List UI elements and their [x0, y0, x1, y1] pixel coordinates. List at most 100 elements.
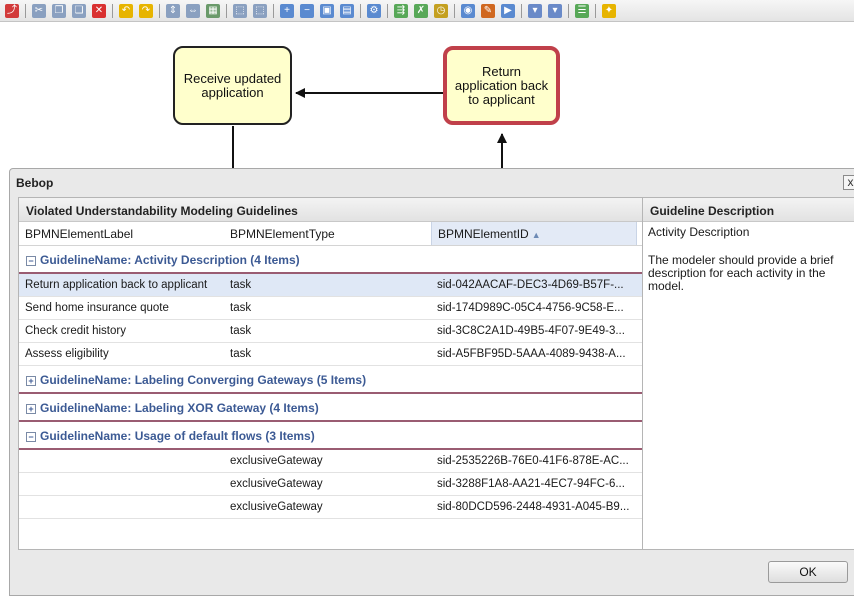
guideline-description-text: The modeler should provide a brief descr… — [648, 253, 834, 293]
violations-panel: Violated Understandability Modeling Guid… — [18, 197, 643, 550]
task-label: Return application back to applicant — [454, 63, 549, 107]
close-icon[interactable]: x — [843, 175, 854, 190]
group-label: GuidelineName: Labeling Converging Gatew… — [40, 373, 367, 387]
task-receive-updated-application[interactable]: Receive updated application — [173, 46, 292, 125]
cell-element-id: sid-042AACAF-DEC3-4D69-B57F-... — [437, 279, 624, 291]
toolbar-separator — [159, 3, 160, 18]
ok-button[interactable]: OK — [768, 561, 848, 583]
group-label: GuidelineName: Activity Description (4 I… — [40, 253, 300, 267]
list-icon[interactable]: ☰ — [575, 3, 589, 18]
cell-element-id: sid-3288F1A8-AA21-4EC7-94FC-6... — [437, 478, 625, 490]
new-document-icon[interactable]: ▾ — [528, 3, 542, 18]
group-header[interactable]: − GuidelineName: Usage of default flows (… — [19, 422, 642, 450]
cell-element-id: sid-2535226B-76E0-41F6-878E-AC... — [437, 455, 629, 467]
collapse-icon[interactable]: − — [26, 256, 36, 266]
redo-icon[interactable]: ↷ — [139, 3, 153, 18]
view-icon[interactable]: ◉ — [461, 3, 475, 18]
table-row[interactable]: exclusiveGateway sid-3288F1A8-AA21-4EC7-9… — [19, 473, 642, 496]
cell-element-label — [19, 473, 224, 495]
table-row[interactable]: Send home insurance quote task sid-174D989… — [19, 297, 642, 320]
cell-element-label: Assess eligibility — [25, 348, 109, 360]
group-label: GuidelineName: Usage of default flows (3… — [40, 429, 315, 443]
cell-element-id: sid-174D989C-05C4-4756-9C58-E... — [437, 302, 624, 314]
cell-element-label: Check credit history — [25, 325, 126, 337]
ungroup-icon[interactable]: ⬚ — [253, 3, 267, 18]
zoom-in-icon[interactable]: + — [280, 3, 294, 18]
diagram-connectors — [232, 88, 507, 170]
toolbar-separator — [226, 3, 227, 18]
group-header[interactable]: + GuidelineName: Labeling XOR Gateway (4 … — [19, 394, 642, 422]
toolbar: ⤴ ✂ ❐ ❏ ✕ ↶ ↷ ⇕ ⇔ ▦ ⬚ ⬚ + − ▣ ▤ ⚙ ⇶ ✗ ◷ ◉ ✎ ▶ ▾ ▾ ☰ ✦ — [0, 0, 854, 22]
cut-icon[interactable]: ✂ — [32, 3, 46, 18]
cell-element-type: exclusiveGateway — [230, 455, 323, 467]
cell-element-id: sid-80DCD596-2448-4931-A045-B9... — [437, 501, 630, 513]
grid-header: BPMNElementLabel BPMNElementType BPMNEle… — [19, 222, 642, 246]
violations-panel-title: Violated Understandability Modeling Guid… — [19, 198, 642, 222]
align-horizontal-icon[interactable]: ⇔ — [186, 3, 200, 18]
syntax-check-icon[interactable]: ✎ — [481, 3, 495, 18]
cell-element-type: task — [230, 279, 252, 291]
align-vertical-icon[interactable]: ⇕ — [166, 3, 180, 18]
cell-element-type: task — [230, 302, 252, 314]
pdf-export-icon[interactable]: ⤴ — [5, 3, 19, 18]
align-grid-icon[interactable]: ▦ — [206, 3, 220, 18]
column-header-label[interactable]: BPMNElementLabel — [19, 222, 224, 245]
table-row[interactable]: Return application back to applicant task… — [19, 274, 642, 297]
cell-element-type: task — [230, 348, 252, 360]
copy-icon[interactable]: ❐ — [52, 3, 66, 18]
guideline-name: Activity Description — [648, 225, 750, 239]
toolbar-separator — [568, 3, 569, 18]
layout-icon[interactable]: ⇶ — [394, 3, 408, 18]
column-header-id[interactable]: BPMNElementID ▲ — [431, 222, 637, 245]
toolbar-separator — [387, 3, 388, 18]
shuffle-icon[interactable]: ✗ — [414, 3, 428, 18]
expand-icon[interactable]: + — [26, 404, 36, 414]
group-header[interactable]: − GuidelineName: Activity Description (4 … — [19, 246, 642, 274]
toolbar-separator — [273, 3, 274, 18]
cell-element-type: task — [230, 325, 252, 337]
collapse-icon[interactable]: − — [26, 432, 36, 442]
play-icon[interactable]: ▶ — [501, 3, 515, 18]
toolbar-separator — [360, 3, 361, 18]
table-row[interactable]: exclusiveGateway sid-80DCD596-2448-4931-A… — [19, 496, 642, 519]
delete-icon[interactable]: ✕ — [92, 3, 106, 18]
wizard-icon[interactable]: ✦ — [602, 3, 616, 18]
table-row[interactable]: Assess eligibility task sid-A5FBF95D-5AAA-… — [19, 343, 642, 366]
clock-icon[interactable]: ◷ — [434, 3, 448, 18]
bebop-dialog: Bebop x Violated Understandability Model… — [9, 168, 854, 596]
column-header-id-text: BPMNElementID — [438, 227, 529, 241]
group-icon[interactable]: ⬚ — [233, 3, 247, 18]
zoom-reset-icon[interactable]: ▤ — [340, 3, 354, 18]
cell-element-label: Send home insurance quote — [25, 302, 169, 314]
cell-element-label — [19, 450, 224, 472]
toolbar-separator — [595, 3, 596, 18]
cell-element-type: exclusiveGateway — [230, 501, 323, 513]
settings-icon[interactable]: ⚙ — [367, 3, 381, 18]
task-label: Receive updated application — [183, 70, 282, 100]
table-row[interactable]: exclusiveGateway sid-2535226B-76E0-41F6-8… — [19, 450, 642, 473]
group-label: GuidelineName: Labeling XOR Gateway (4 I… — [40, 401, 319, 415]
toolbar-separator — [25, 3, 26, 18]
toolbar-separator — [521, 3, 522, 18]
table-row[interactable]: Check credit history task sid-3C8C2A1D-49B… — [19, 320, 642, 343]
cell-element-id: sid-A5FBF95D-5AAA-4089-9438-A... — [437, 348, 626, 360]
toolbar-separator — [112, 3, 113, 18]
dialog-title: Bebop — [16, 176, 54, 190]
cell-element-type: exclusiveGateway — [230, 478, 323, 490]
task-return-application[interactable]: Return application back to applicant — [443, 46, 560, 125]
diagram-canvas[interactable]: Receive updated application Return appli… — [0, 22, 854, 170]
paste-icon[interactable]: ❏ — [72, 3, 86, 18]
description-panel-title: Guideline Description — [643, 198, 854, 222]
cell-element-label: Return application back to applicant — [25, 279, 208, 291]
expand-icon[interactable]: + — [26, 376, 36, 386]
zoom-out-icon[interactable]: − — [300, 3, 314, 18]
dialog-header[interactable]: Bebop x — [10, 169, 854, 195]
column-header-type[interactable]: BPMNElementType — [224, 222, 431, 245]
zoom-fit-icon[interactable]: ▣ — [320, 3, 334, 18]
undo-icon[interactable]: ↶ — [119, 3, 133, 18]
cell-element-id: sid-3C8C2A1D-49B5-4F07-9E49-3... — [437, 325, 625, 337]
group-header[interactable]: + GuidelineName: Labeling Converging Gate… — [19, 366, 642, 394]
open-document-icon[interactable]: ▾ — [548, 3, 562, 18]
grid-body: − GuidelineName: Activity Description (4 … — [19, 246, 642, 519]
sort-ascending-icon: ▲ — [531, 230, 541, 240]
